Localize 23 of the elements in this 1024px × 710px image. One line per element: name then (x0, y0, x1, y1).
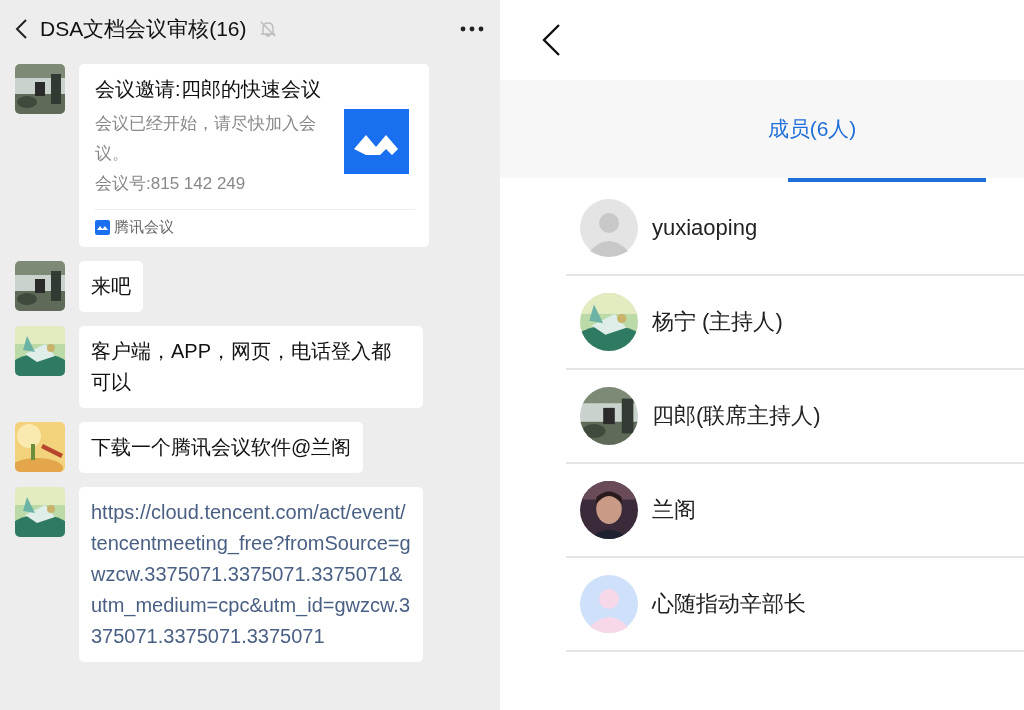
meeting-invite-card[interactable]: 会议邀请:四郎的快速会议 会议已经开始，请尽快加入会议。 会议号:815 142 249 腾讯会议 (79, 64, 429, 247)
member-name: 杨宁 (主持人) (652, 308, 783, 336)
card-title: 会议邀请:四郎的快速会议 (95, 77, 322, 102)
source-label: 腾讯会议 (114, 218, 174, 237)
message-bubble: 客户端，APP，网页，电话登入都可以 (79, 326, 423, 408)
message-bubble: 来吧 (79, 261, 143, 312)
app-logo-icon (95, 220, 110, 235)
member-name: 兰阁 (652, 496, 696, 524)
members-tab[interactable]: 成员(6人) (767, 115, 857, 143)
more-icon[interactable] (460, 26, 484, 32)
member-name: 四郎(联席主持人) (652, 402, 821, 430)
message-bubble: 下载一个腾讯会议软件@兰阁 (79, 422, 364, 473)
back-button[interactable] (540, 23, 562, 57)
link-message[interactable]: https://cloud.tencent.com/act/event/tencentmeeting_free?fromSource=gwzcw.3375071.3375071.3375071&utm_medium=cpc&utm_id=gwzcw.3375071.3375071.3375071 (79, 487, 423, 662)
meeting-number: 会议号:815 142 249 (95, 173, 247, 195)
back-button[interactable] (14, 18, 28, 40)
member-name: 心随指动辛部长 (652, 590, 806, 618)
member-name: yuxiaoping (652, 215, 758, 241)
card-text: 会议已经开始，请尽快加入会议。 (95, 113, 317, 165)
chat-title: DSA文档会议审核(16) (40, 16, 247, 42)
app-logo-icon (344, 109, 409, 174)
default-avatar-icon (580, 199, 638, 257)
default-avatar-icon (580, 575, 638, 633)
